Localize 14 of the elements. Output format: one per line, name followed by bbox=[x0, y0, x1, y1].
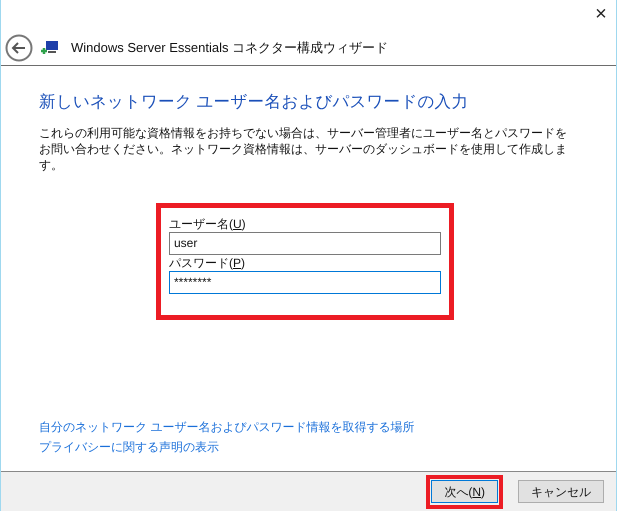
description-text: これらの利用可能な資格情報をお持ちでない場合は、サーバー管理者にユーザー名とパスワードをお問い合わせください。ネットワーク資格情報は、サーバーのダッシュボードを使用して作成します。 bbox=[39, 124, 568, 173]
window-title: Windows Server Essentials コネクター構成ウィザード bbox=[71, 38, 388, 57]
close-button[interactable]: × bbox=[586, 0, 616, 30]
back-icon[interactable] bbox=[5, 34, 33, 62]
input-field[interactable]: ******** bbox=[169, 270, 441, 294]
next-button[interactable]: 次へ(N) bbox=[431, 480, 498, 503]
field-label: ユーザー名(U) bbox=[169, 216, 247, 232]
field-label: パスワード(P) bbox=[169, 254, 246, 271]
cancel-button[interactable]: キャンセル bbox=[518, 480, 604, 503]
help-link[interactable]: プライバシーに関する声明の表示 bbox=[39, 439, 578, 455]
page-heading: 新しいネットワーク ユーザー名およびパスワードの入力 bbox=[39, 92, 470, 113]
input-field[interactable]: user bbox=[169, 232, 441, 255]
computer-icon bbox=[41, 40, 59, 56]
help-link[interactable]: 自分のネットワーク ユーザー名およびパスワード情報を取得する場所 bbox=[39, 419, 578, 435]
